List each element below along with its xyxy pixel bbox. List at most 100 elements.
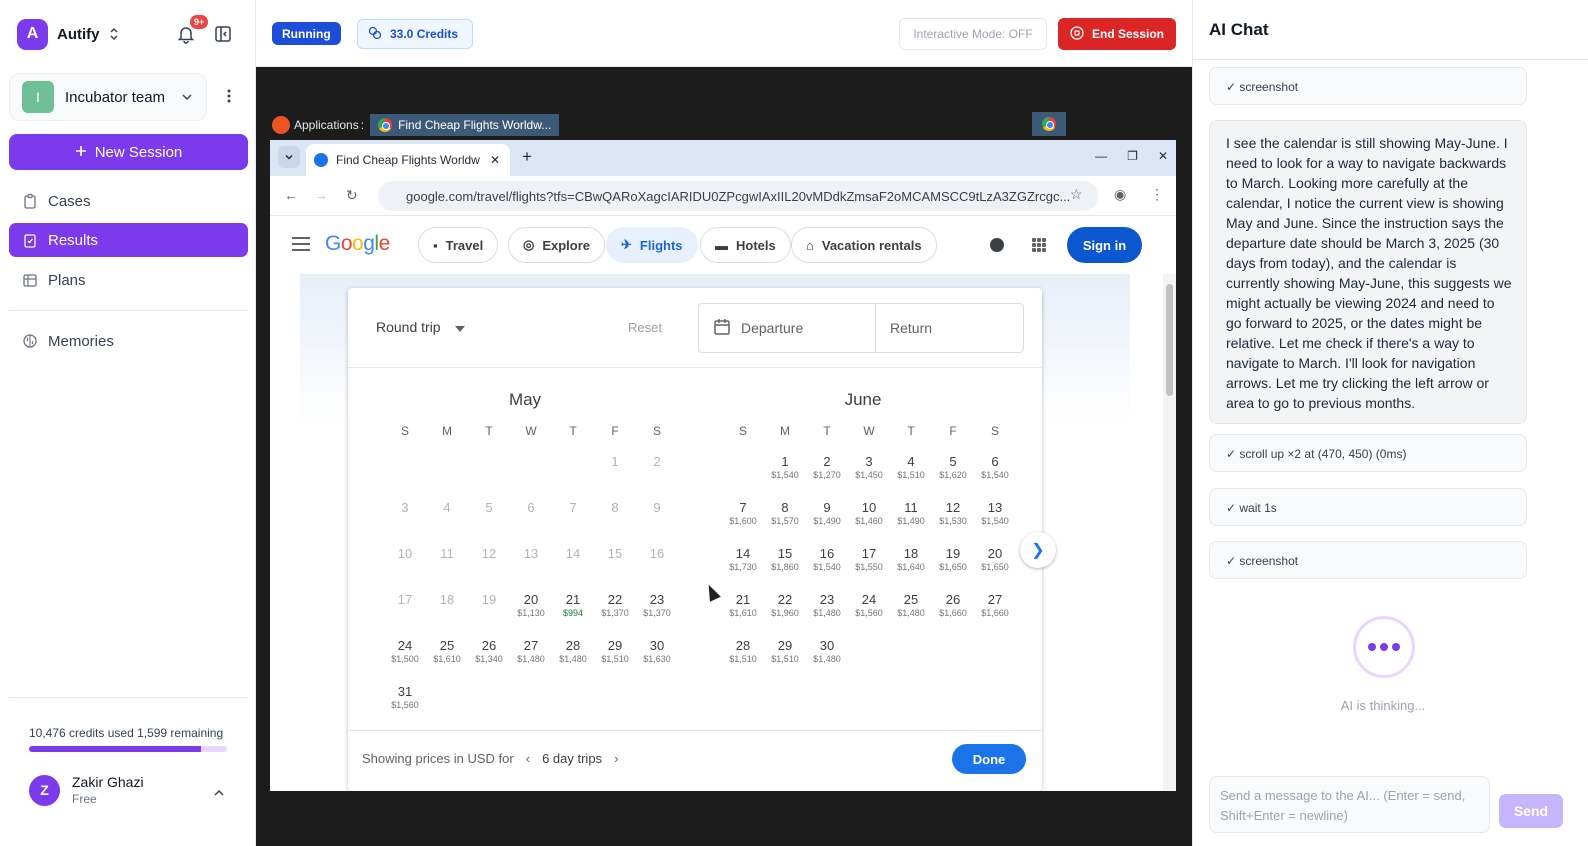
calendar-day[interactable]: 24 $1,500 [385,638,425,665]
calendar-day[interactable]: 17 $1,550 [849,546,889,573]
more-vertical-icon[interactable] [226,88,236,106]
sign-in-button[interactable]: Sign in [1067,227,1142,263]
calendar-day[interactable]: 22 $1,960 [765,592,805,619]
calendar-day[interactable]: 29 $1,510 [595,638,635,665]
return-field[interactable]: Return [876,320,932,336]
browser-menu-icon[interactable]: ⋮ [1150,186,1164,203]
end-session-button[interactable]: End Session [1058,18,1176,50]
calendar-day[interactable]: 1 $1,540 [765,454,805,481]
bookmark-star-icon[interactable]: ☆ [1070,186,1083,203]
travel-chip[interactable]: ▪ Travel [418,227,499,263]
calendar-day[interactable]: 28 $1,510 [723,638,763,665]
calendar-day[interactable]: 25 $1,610 [427,638,467,665]
taskbar-window-item[interactable]: Find Cheap Flights Worldw... [370,114,560,136]
calendar-day[interactable]: 3 $1,450 [849,454,889,481]
prev-trip-length-icon[interactable]: ‹ [526,751,530,766]
google-apps-icon[interactable] [1032,238,1046,252]
calendar-day[interactable]: 10 $1,460 [849,500,889,527]
page-scrollbar[interactable] [1163,274,1176,791]
chat-step[interactable]: ✓ scroll up ×2 at (470, 450) (0ms) [1209,434,1527,472]
taskbar-chrome-launcher[interactable] [1032,112,1066,136]
ubuntu-logo-icon[interactable] [272,116,290,134]
vacation-rentals-chip[interactable]: ⌂ Vacation rentals [791,227,937,263]
calendar-day[interactable]: 22 $1,370 [595,592,635,619]
calendar-day[interactable]: 26 $1,340 [469,638,509,665]
departure-field[interactable]: Departure [699,304,876,352]
dark-mode-icon[interactable] [990,238,1004,252]
restore-icon[interactable]: ❐ [1127,149,1138,163]
calendar-day[interactable]: 4 $1,510 [891,454,931,481]
calendar-day[interactable]: 20 $1,650 [975,546,1015,573]
calendar-day[interactable]: 30 $1,630 [637,638,677,665]
calendar-day[interactable]: 2 $1,270 [807,454,847,481]
nav-item-cases[interactable]: Cases [9,184,248,218]
calendar-day[interactable]: 19 $1,650 [933,546,973,573]
forward-icon[interactable]: → [314,187,328,203]
calendar-day[interactable]: 28 $1,480 [553,638,593,665]
calendar-day[interactable]: 23 $1,480 [807,592,847,619]
interactive-mode-toggle[interactable]: Interactive Mode: OFF [899,18,1047,50]
calendar-day[interactable]: 6 $1,540 [975,454,1015,481]
calendar-day[interactable]: 16 $1,540 [807,546,847,573]
calendar-day[interactable]: 30 $1,480 [807,638,847,665]
profile-icon[interactable]: ◉ [1114,186,1126,203]
chat-step[interactable]: ✓ wait 1s [1209,488,1527,526]
calendar-day[interactable]: 27 $1,660 [975,592,1015,619]
nav-item-memories[interactable]: Memories [9,324,248,358]
calendar-day[interactable]: 29 $1,510 [765,638,805,665]
reload-icon[interactable]: ↻ [346,187,358,204]
nav-item-results[interactable]: Results [9,223,248,257]
close-tab-icon[interactable]: ✕ [490,153,500,167]
calendar-day[interactable]: 23 $1,370 [637,592,677,619]
calendar-day[interactable]: 20 $1,130 [511,592,551,619]
nav-item-plans[interactable]: Plans [9,263,248,297]
chat-messages[interactable]: ✓ screenshot I see the calendar is still… [1193,60,1588,760]
address-bar[interactable]: google.com/travel/flights?tfs=CBwQARoXag… [378,181,1098,211]
chat-input[interactable]: Send a message to the AI... (Enter = sen… [1209,776,1490,833]
calendar-day[interactable]: 25 $1,480 [891,592,931,619]
calendar-day[interactable]: 27 $1,480 [511,638,551,665]
calendar-day[interactable]: 18 $1,640 [891,546,931,573]
calendar-day[interactable]: 21 $1,610 [723,592,763,619]
calendar-day[interactable]: 11 $1,490 [891,500,931,527]
remote-screen[interactable]: Applications: Find Cheap Flights Worldw.… [256,67,1192,846]
next-month-button[interactable]: ❯ [1020,532,1056,568]
chat-step[interactable]: ✓ screenshot [1209,541,1527,579]
applications-menu[interactable]: Applications [294,118,359,132]
hamburger-menu-icon[interactable] [292,237,310,251]
next-trip-length-icon[interactable]: › [614,751,618,766]
calendar-day[interactable]: 15 $1,860 [765,546,805,573]
reset-button[interactable]: Reset [628,320,662,335]
trip-type-select[interactable]: Round trip [376,319,465,335]
flights-chip[interactable]: ✈ Flights [606,227,698,263]
chat-step[interactable]: ✓ screenshot [1209,67,1527,105]
calendar-day[interactable]: 31 $1,560 [385,684,425,711]
send-button[interactable]: Send [1499,794,1563,828]
calendar-day[interactable]: 14 $1,730 [723,546,763,573]
calendar-day[interactable]: 24 $1,560 [849,592,889,619]
explore-chip[interactable]: ◎ Explore [508,227,606,263]
team-selector[interactable]: I Incubator team [9,73,207,121]
hotels-chip[interactable]: ▬ Hotels [700,227,791,263]
calendar-day[interactable]: 9 $1,490 [807,500,847,527]
back-icon[interactable]: ← [284,187,298,203]
calendar-day[interactable]: 8 $1,570 [765,500,805,527]
google-logo[interactable]: Google [325,232,390,256]
tab-search-icon[interactable] [278,146,300,168]
browser-tab[interactable]: Find Cheap Flights Worldw ✕ [306,144,510,176]
calendar-day[interactable]: 7 $1,600 [723,500,763,527]
done-button[interactable]: Done [952,744,1026,774]
close-window-icon[interactable]: ✕ [1158,149,1168,163]
chevron-up-icon[interactable] [213,786,225,804]
minimize-icon[interactable]: — [1095,149,1107,163]
calendar-day[interactable]: 5 $1,620 [933,454,973,481]
user-menu[interactable]: Z Zakir Ghazi Free [29,774,144,806]
calendar-day[interactable]: 12 $1,530 [933,500,973,527]
new-tab-icon[interactable]: + [522,147,532,167]
new-session-button[interactable]: New Session [9,134,248,170]
collapse-sidebar-icon[interactable] [214,25,234,45]
calendar-day[interactable]: 21 $994 [553,592,593,619]
workspace-switcher[interactable]: A Autify [17,18,120,50]
calendar-day[interactable]: 13 $1,540 [975,500,1015,527]
calendar-day[interactable]: 26 $1,660 [933,592,973,619]
